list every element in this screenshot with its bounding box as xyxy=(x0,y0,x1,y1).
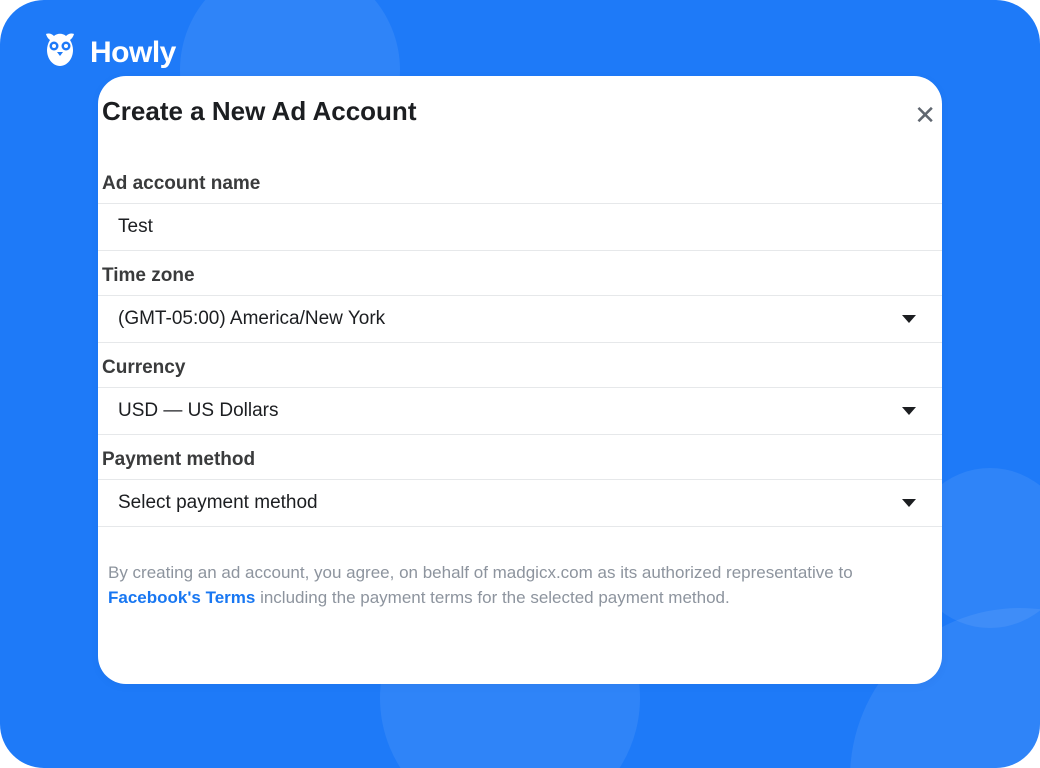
currency-field-group: Currency USD — US Dollars xyxy=(98,343,942,435)
disclaimer-part1: By creating an ad account, you agree, on… xyxy=(108,563,853,582)
account-name-input-wrap[interactable] xyxy=(98,203,942,251)
payment-method-label: Payment method xyxy=(98,435,942,479)
create-ad-account-modal: Create a New Ad Account ✕ Ad account nam… xyxy=(98,76,942,684)
account-name-label: Ad account name xyxy=(98,155,942,203)
facebook-terms-link[interactable]: Facebook's Terms xyxy=(108,588,255,607)
currency-value: USD — US Dollars xyxy=(118,400,278,422)
brand-logo: Howly xyxy=(40,30,176,75)
brand-name: Howly xyxy=(90,36,176,70)
payment-method-field-group: Payment method Select payment method xyxy=(98,435,942,527)
modal-header: Create a New Ad Account ✕ xyxy=(98,76,942,155)
disclaimer-part2: including the payment terms for the sele… xyxy=(255,588,729,607)
currency-label: Currency xyxy=(98,343,942,387)
timezone-value: (GMT-05:00) America/New York xyxy=(118,308,385,330)
page-background: Howly Create a New Ad Account ✕ Ad accou… xyxy=(0,0,1040,768)
payment-method-value: Select payment method xyxy=(118,492,318,514)
timezone-field-group: Time zone (GMT-05:00) America/New York xyxy=(98,251,942,343)
chevron-down-icon xyxy=(902,315,916,323)
disclaimer-text: By creating an ad account, you agree, on… xyxy=(98,527,942,610)
payment-method-select[interactable]: Select payment method xyxy=(98,479,942,527)
chevron-down-icon xyxy=(902,499,916,507)
modal-title: Create a New Ad Account xyxy=(98,96,416,127)
account-name-field-group: Ad account name xyxy=(98,155,942,251)
account-name-input[interactable] xyxy=(118,216,922,238)
timezone-select[interactable]: (GMT-05:00) America/New York xyxy=(98,295,942,343)
owl-icon xyxy=(40,30,80,75)
timezone-label: Time zone xyxy=(98,251,942,295)
chevron-down-icon xyxy=(902,407,916,415)
currency-select[interactable]: USD — US Dollars xyxy=(98,387,942,435)
close-icon[interactable]: ✕ xyxy=(914,100,942,131)
